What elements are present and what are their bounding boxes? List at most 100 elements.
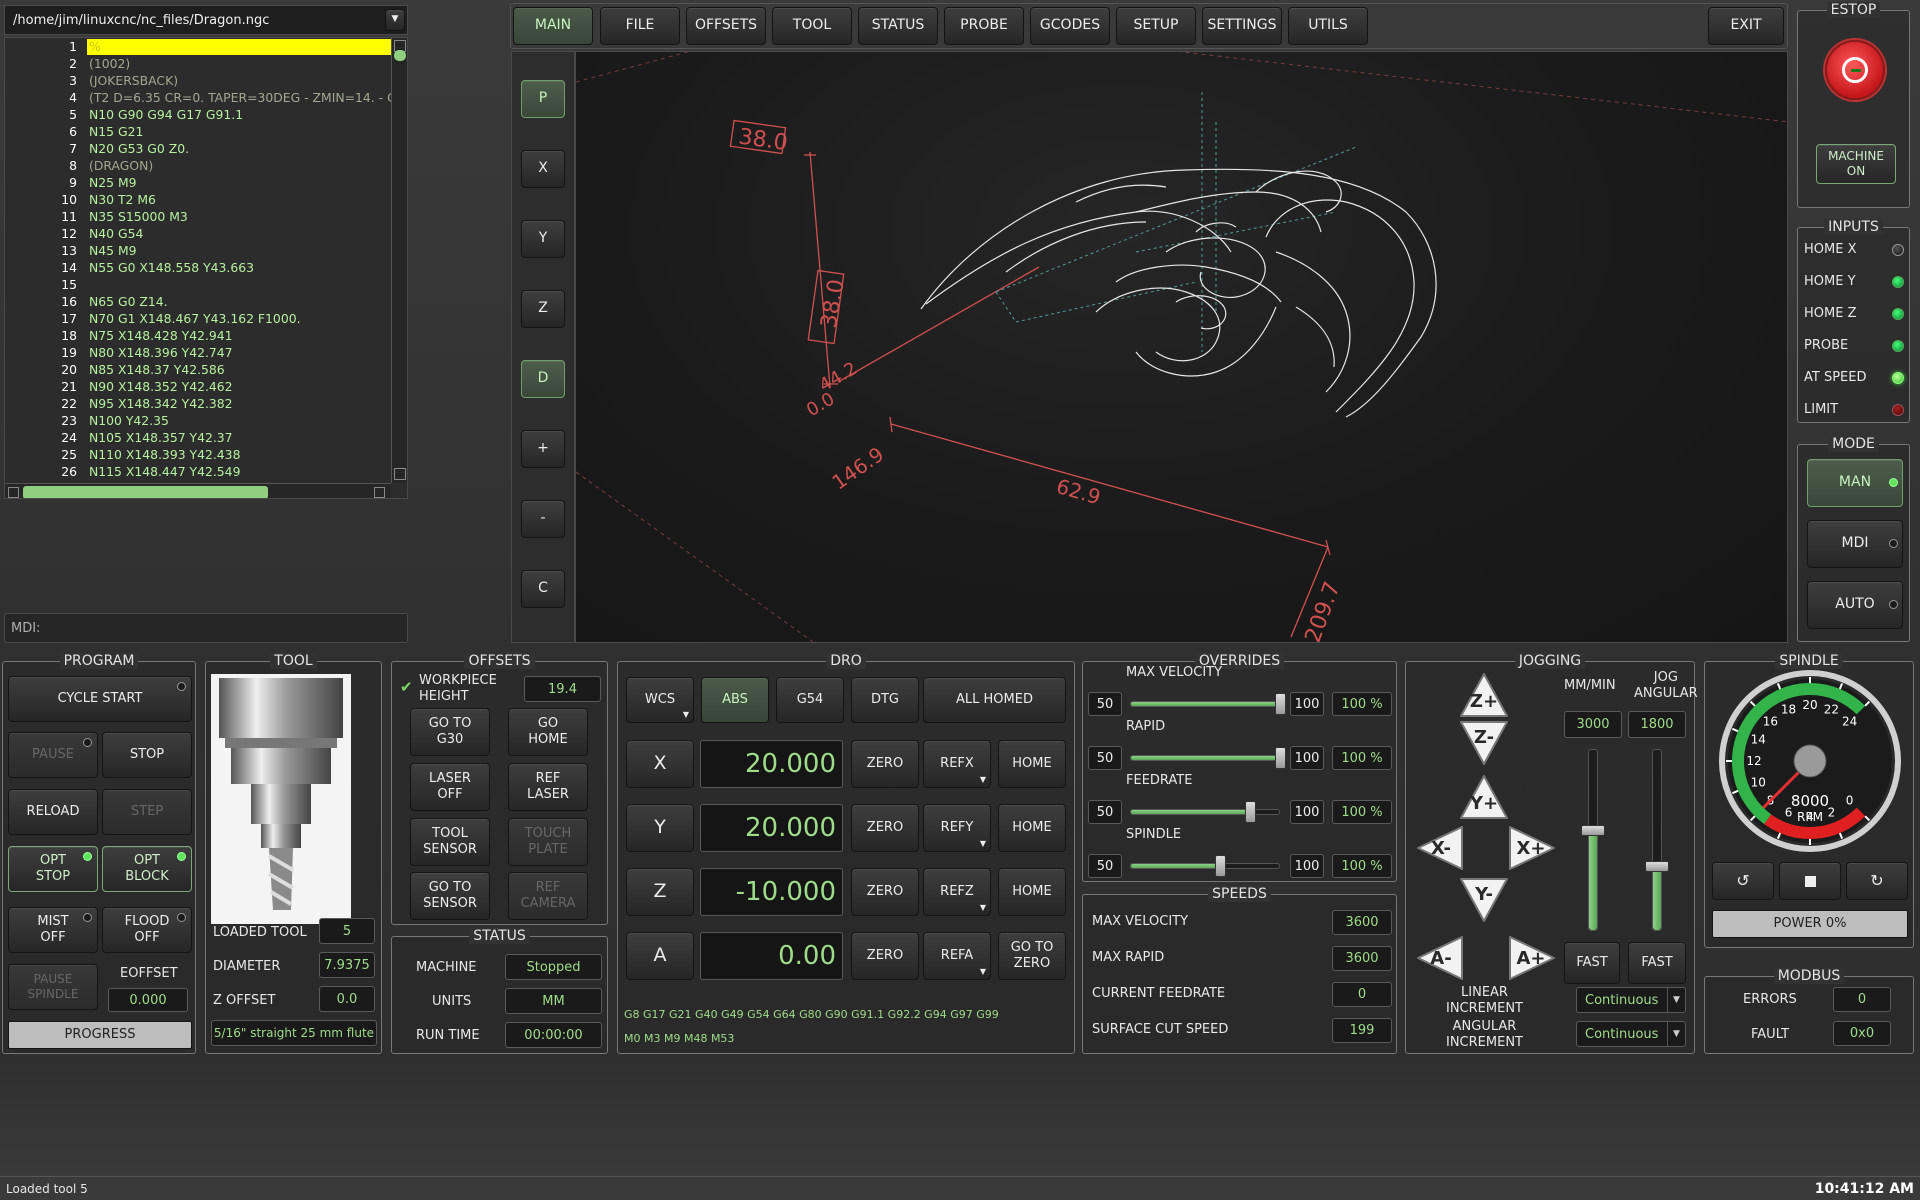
- ref-x-button[interactable]: REFX ▼: [923, 740, 991, 788]
- angular-increment-select[interactable]: Continuous ▼: [1576, 1021, 1686, 1047]
- home-x-button[interactable]: HOME: [998, 740, 1066, 788]
- jog-aplus-button[interactable]: A+: [1506, 935, 1556, 981]
- linear-jog-slider[interactable]: [1581, 749, 1605, 931]
- toolpath-view: 38.0 38.0 44.2 0.0 146.9 62.9 209.7: [576, 52, 1787, 642]
- override-spindle-slider[interactable]: [1130, 855, 1280, 877]
- view-x-button[interactable]: X: [521, 150, 565, 188]
- view-z-button[interactable]: Z: [521, 290, 565, 328]
- zero-z-button[interactable]: ZERO: [851, 868, 919, 916]
- wcs-button[interactable]: WCS ▼: [626, 677, 694, 723]
- touch-plate-button[interactable]: TOUCH PLATE: [508, 818, 588, 866]
- fast-angular-button[interactable]: FAST: [1628, 942, 1686, 984]
- angular-jog-rate[interactable]: 1800: [1628, 711, 1686, 738]
- home-a-button[interactable]: GO TO ZERO: [998, 932, 1066, 980]
- exit-button[interactable]: EXIT: [1708, 7, 1784, 45]
- cycle-start-button[interactable]: CYCLE START: [8, 676, 192, 722]
- gcode-editor[interactable]: 1% 2 (1002) 3 (JOKERSBACK) 4 (T2 D=6.35 CR=0. …: [4, 37, 408, 499]
- mode-auto-button[interactable]: AUTO: [1807, 581, 1903, 629]
- override-rapid-slider-handle[interactable]: [1275, 747, 1286, 769]
- mode-mdi-button[interactable]: MDI: [1807, 520, 1903, 568]
- home-z-button[interactable]: HOME: [998, 868, 1066, 916]
- all-homed-button[interactable]: ALL HOMED: [923, 677, 1066, 723]
- linear-increment-select[interactable]: Continuous ▼: [1576, 987, 1686, 1013]
- horizontal-scrollbar[interactable]: [5, 483, 391, 498]
- axis-x-button[interactable]: X: [626, 740, 694, 788]
- linear-jog-slider-handle[interactable]: [1581, 825, 1605, 836]
- mdi-input[interactable]: MDI:: [4, 613, 408, 643]
- ref-laser-button[interactable]: REF LASER: [508, 763, 588, 811]
- ref-z-button[interactable]: REFZ ▼: [923, 868, 991, 916]
- horizontal-scroll-thumb[interactable]: [23, 486, 268, 498]
- axis-z-button[interactable]: Z: [626, 868, 694, 916]
- goto-g30-button[interactable]: GO TO G30: [410, 708, 490, 756]
- override-feedrate-slider-handle[interactable]: [1245, 801, 1256, 823]
- dtg-button[interactable]: DTG: [851, 677, 919, 723]
- g54-button[interactable]: G54: [776, 677, 844, 723]
- mode-man-button[interactable]: MAN: [1807, 459, 1903, 507]
- spindle-reverse-button[interactable]: ↺: [1712, 862, 1774, 900]
- vertical-scroll-thumb[interactable]: [394, 50, 406, 61]
- tab-probe[interactable]: PROBE: [944, 7, 1024, 45]
- axis-a-button[interactable]: A: [626, 932, 694, 980]
- file-dropdown-button[interactable]: ▼: [385, 9, 405, 31]
- estop-button[interactable]: [1825, 40, 1885, 100]
- go-home-button[interactable]: GO HOME: [508, 708, 588, 756]
- jog-zminus-button[interactable]: Z-: [1459, 720, 1509, 766]
- override-max-velocity-slider-handle[interactable]: [1275, 693, 1286, 715]
- fast-linear-button[interactable]: FAST: [1564, 942, 1620, 984]
- tab-settings[interactable]: SETTINGS: [1202, 7, 1282, 45]
- jog-yminus-button[interactable]: Y-: [1459, 877, 1509, 923]
- angular-jog-slider[interactable]: [1645, 749, 1669, 931]
- goto-sensor-button[interactable]: GO TO SENSOR: [410, 872, 490, 920]
- jog-xminus-button[interactable]: X-: [1416, 825, 1466, 871]
- tool-sensor-button[interactable]: TOOL SENSOR: [410, 818, 490, 866]
- jog-zplus-button[interactable]: Z+: [1459, 672, 1509, 718]
- override-spindle-slider-handle[interactable]: [1215, 855, 1226, 877]
- override-feedrate-slider[interactable]: [1130, 801, 1280, 823]
- linear-jog-rate[interactable]: 3000: [1564, 711, 1622, 738]
- zero-x-button[interactable]: ZERO: [851, 740, 919, 788]
- tab-setup[interactable]: SETUP: [1116, 7, 1196, 45]
- scroll-left-button[interactable]: [8, 487, 19, 498]
- view-y-button[interactable]: Y: [521, 220, 565, 258]
- tab-main[interactable]: MAIN: [513, 7, 593, 45]
- angular-jog-slider-handle[interactable]: [1645, 861, 1669, 872]
- tab-status[interactable]: STATUS: [858, 7, 938, 45]
- tab-tool[interactable]: TOOL: [772, 7, 852, 45]
- preview-3d[interactable]: 38.0 38.0 44.2 0.0 146.9 62.9 209.7: [575, 51, 1788, 643]
- clear-path-button[interactable]: C: [521, 570, 565, 608]
- ref-y-button[interactable]: REFY ▼: [923, 804, 991, 852]
- step-button[interactable]: STEP: [102, 789, 192, 835]
- scroll-right-button[interactable]: [374, 487, 385, 498]
- jog-aminus-button[interactable]: A-: [1416, 935, 1466, 981]
- machine-on-button[interactable]: MACHINE ON: [1816, 144, 1896, 184]
- home-y-button[interactable]: HOME: [998, 804, 1066, 852]
- pause-spindle-button[interactable]: PAUSE SPINDLE: [8, 964, 98, 1010]
- zoom-out-button[interactable]: -: [521, 500, 565, 538]
- vertical-scrollbar[interactable]: [391, 38, 407, 483]
- abs-button[interactable]: ABS: [701, 677, 769, 723]
- zoom-in-button[interactable]: +: [521, 430, 565, 468]
- reload-button[interactable]: RELOAD: [8, 789, 98, 835]
- zero-y-button[interactable]: ZERO: [851, 804, 919, 852]
- ref-camera-button[interactable]: REF CAMERA: [508, 872, 588, 920]
- scroll-down-button[interactable]: [394, 468, 406, 480]
- tab-offsets[interactable]: OFFSETS: [686, 7, 766, 45]
- override-max-velocity-slider[interactable]: [1130, 693, 1286, 715]
- jog-xplus-button[interactable]: X+: [1506, 825, 1556, 871]
- spindle-stop-button[interactable]: [1779, 862, 1841, 900]
- file-path-bar[interactable]: /home/jim/linuxcnc/nc_files/Dragon.ngc ▼: [4, 5, 408, 35]
- view-dimensions-button[interactable]: D: [521, 360, 565, 398]
- tab-gcodes[interactable]: GCODES: [1030, 7, 1110, 45]
- view-perspective-button[interactable]: P: [521, 80, 565, 118]
- tab-utils[interactable]: UTILS: [1288, 7, 1368, 45]
- override-rapid-slider[interactable]: [1130, 747, 1286, 769]
- axis-y-button[interactable]: Y: [626, 804, 694, 852]
- zero-a-button[interactable]: ZERO: [851, 932, 919, 980]
- ref-a-button[interactable]: REFA ▼: [923, 932, 991, 980]
- jog-yplus-button[interactable]: Y+: [1459, 774, 1509, 820]
- tab-file[interactable]: FILE: [600, 7, 680, 45]
- laser-off-button[interactable]: LASER OFF: [410, 763, 490, 811]
- stop-button[interactable]: STOP: [102, 732, 192, 778]
- spindle-forward-button[interactable]: ↻: [1846, 862, 1908, 900]
